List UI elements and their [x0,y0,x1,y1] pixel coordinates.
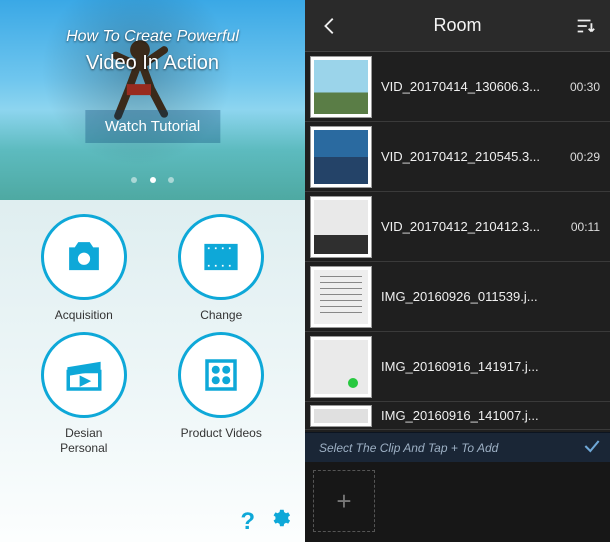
tile-product-videos[interactable]: Product Videos [168,332,276,455]
list-item[interactable]: VID_20170414_130606.3... 00:30 [305,52,610,122]
list-item[interactable]: IMG_20160916_141917.j... [305,332,610,402]
tile-label: Acquisition [55,308,113,322]
page-dot[interactable] [131,177,137,183]
thumbnail [311,406,371,426]
item-duration: 00:29 [570,150,600,164]
tile-label: Product Videos [181,426,262,440]
carousel-pager [0,170,305,188]
tile-label: Desian Personal [60,426,107,455]
camera-icon [41,214,127,300]
help-icon[interactable]: ? [240,508,255,536]
hint-bar: Select The Clip And Tap + To Add [305,432,610,462]
confirm-icon[interactable] [582,436,602,459]
page-title: Room [433,15,481,36]
filmstrip-icon [178,214,264,300]
item-name: VID_20170412_210545.3... [381,149,564,164]
list-item[interactable]: VID_20170412_210545.3... 00:29 [305,122,610,192]
selection-tray: + [305,462,610,542]
tile-acquisition[interactable]: Acquisition [30,214,138,322]
back-icon[interactable] [319,15,341,37]
film-reel-icon [178,332,264,418]
add-clip-button[interactable]: + [313,470,375,532]
watch-tutorial-button[interactable]: Watch Tutorial [85,110,220,143]
clapperboard-icon [41,332,127,418]
thumbnail [311,267,371,327]
item-duration: 00:30 [570,80,600,94]
tile-design-personal[interactable]: Desian Personal [30,332,138,455]
left-pane: How To Create Powerful Video In Action W… [0,0,305,542]
page-dot[interactable] [168,177,174,183]
tile-label: Change [200,308,242,322]
list-item[interactable]: IMG_20160926_011539.j... [305,262,610,332]
tile-change[interactable]: Change [168,214,276,322]
hint-text: Select The Clip And Tap + To Add [319,441,498,455]
page-dot-active[interactable] [150,177,156,183]
item-name: IMG_20160916_141917.j... [381,359,594,374]
thumbnail [311,197,371,257]
thumbnail [311,57,371,117]
thumbnail [311,337,371,397]
thumbnail [311,127,371,187]
item-name: VID_20170412_210412.3... [381,219,565,234]
hero-title: Video In Action [0,52,305,75]
settings-icon[interactable] [269,507,291,536]
item-name: VID_20170414_130606.3... [381,79,564,94]
item-name: IMG_20160916_141007.j... [381,408,600,423]
right-pane: Room VID_20170414_130606.3... 00:30 VID_… [305,0,610,542]
menu-grid-area: Acquisition Change Desian Personal Produ… [0,200,305,542]
hero-banner: How To Create Powerful Video In Action W… [0,0,305,200]
list-item[interactable]: IMG_20160916_141007.j... [305,402,610,430]
media-list: VID_20170414_130606.3... 00:30 VID_20170… [305,52,610,432]
hero-subtitle: How To Create Powerful [0,28,305,46]
item-name: IMG_20160926_011539.j... [381,289,594,304]
topbar: Room [305,0,610,52]
sort-icon[interactable] [574,15,596,37]
list-item[interactable]: VID_20170412_210412.3... 00:11 [305,192,610,262]
item-duration: 00:11 [571,220,600,234]
